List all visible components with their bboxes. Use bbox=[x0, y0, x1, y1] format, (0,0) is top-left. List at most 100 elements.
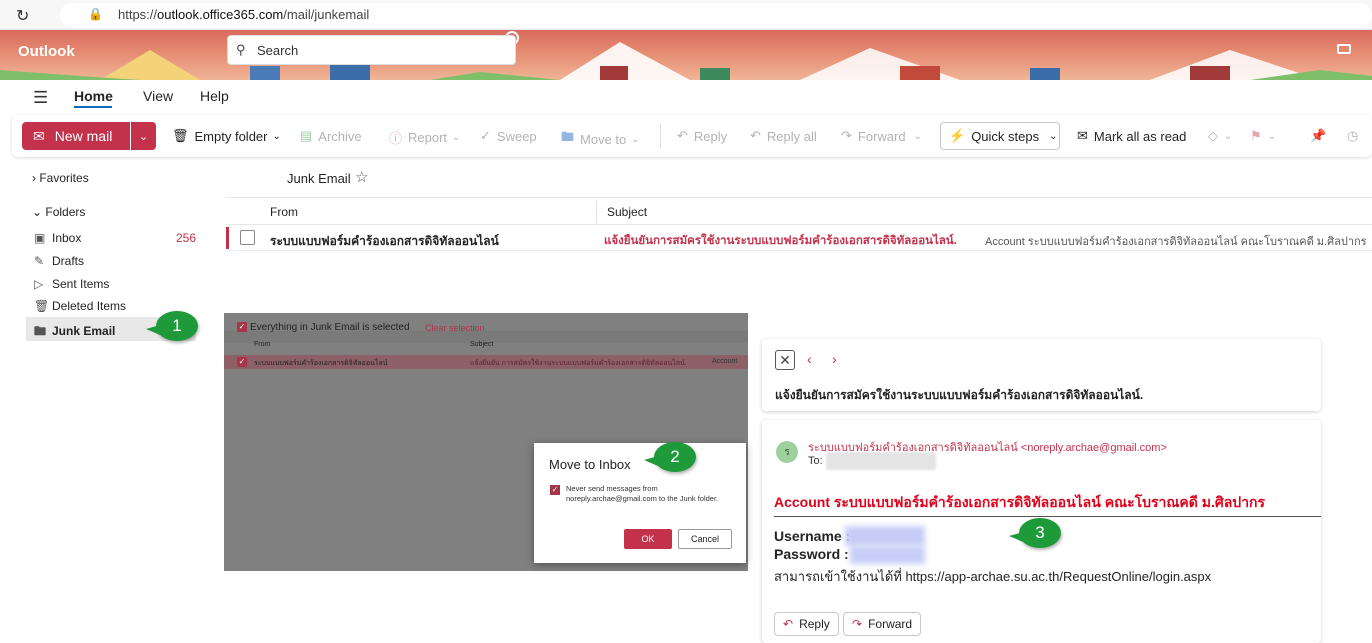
reply-icon: ↶ bbox=[677, 128, 688, 143]
move-to-label: Move to bbox=[580, 131, 627, 147]
chevron-right-icon[interactable]: › bbox=[832, 351, 837, 367]
unread-accent bbox=[226, 227, 229, 249]
quick-steps-button[interactable]: ⚡ Quick steps ⌄ bbox=[949, 128, 1058, 144]
sidebar-item-drafts[interactable]: ✎ Drafts bbox=[34, 254, 84, 268]
sidebar-item-sent[interactable]: ▷ Sent Items bbox=[34, 277, 109, 291]
flag-button[interactable]: ⚑ ⌄ bbox=[1250, 128, 1276, 144]
pin-button[interactable]: 📌 bbox=[1310, 128, 1332, 144]
sidebar-item-label: Sent Items bbox=[52, 277, 110, 291]
junk-folder-icon: 🖿 bbox=[34, 324, 47, 338]
mark-all-read-button[interactable]: ✉ Mark all as read bbox=[1077, 128, 1186, 144]
hamburger-menu-icon[interactable]: ☰ bbox=[33, 88, 48, 108]
forward-icon: ↷ bbox=[852, 617, 863, 631]
tab-home-underline bbox=[74, 106, 112, 108]
window-icon[interactable] bbox=[1337, 44, 1351, 54]
inset-row-checkbox[interactable]: ✓ bbox=[237, 357, 247, 367]
inset-clear-selection-link[interactable]: Clear selection bbox=[425, 323, 485, 333]
url-path: /mail/junkemail bbox=[283, 7, 370, 22]
report-button[interactable]: ⓘ Report ⌄ bbox=[389, 128, 460, 147]
snooze-button[interactable]: ◷ bbox=[1347, 128, 1364, 144]
row-preview: Account ระบบแบบฟอร์มคำร้องเอกสารดิจิทัลอ… bbox=[985, 236, 1367, 248]
chevron-down-icon: ⌄ bbox=[631, 133, 640, 145]
password-redacted bbox=[850, 546, 925, 564]
dialog-title: Move to Inbox bbox=[549, 457, 631, 472]
new-mail-dropdown-button[interactable]: ⌄ bbox=[131, 122, 156, 150]
chevron-down-icon: ⌄ bbox=[452, 132, 461, 143]
reply-button[interactable]: ↶ Reply bbox=[677, 128, 727, 144]
star-icon[interactable]: ☆ bbox=[355, 168, 368, 186]
reading-subject: แจ้งยืนยันการสมัครใช้งานระบบแบบฟอร์มคำร้… bbox=[775, 388, 1144, 402]
url-text[interactable]: https://outlook.office365.com/mail/junke… bbox=[118, 7, 369, 22]
outlook-header-banner bbox=[0, 30, 1372, 80]
tag-icon: ◇ bbox=[1208, 128, 1218, 143]
send-icon: ▷ bbox=[34, 277, 44, 291]
close-icon[interactable]: ✕ bbox=[775, 350, 795, 370]
row-checkbox[interactable] bbox=[240, 230, 255, 245]
recipient-redacted bbox=[826, 452, 936, 470]
cancel-button[interactable]: Cancel bbox=[678, 529, 732, 549]
favorites-section[interactable]: › Favorites bbox=[32, 171, 89, 185]
envelope-icon: ✉ bbox=[33, 127, 45, 144]
chevron-down-icon: ⌄ bbox=[1049, 130, 1058, 142]
archive-button[interactable]: ▤ Archive bbox=[300, 128, 362, 144]
empty-folder-label: Empty folder bbox=[194, 128, 268, 144]
empty-folder-button[interactable]: 🗑 Empty folder ⌄ bbox=[172, 128, 281, 144]
chevron-down-icon: ⌄ bbox=[138, 130, 149, 143]
folders-section[interactable]: ⌄ Folders bbox=[32, 205, 85, 219]
message-forward-button[interactable]: ↷ Forward bbox=[843, 612, 922, 636]
forward-icon: ↷ bbox=[841, 128, 852, 143]
avatar[interactable]: ร bbox=[776, 441, 798, 463]
move-to-button[interactable]: 🖿 Move to ⌄ bbox=[561, 128, 640, 150]
inset-select-all-checkbox[interactable]: ✓ bbox=[237, 322, 247, 332]
sidebar-item-junk[interactable]: 🖿 Junk Email bbox=[34, 322, 115, 343]
new-mail-button[interactable]: ✉ New mail bbox=[22, 122, 130, 150]
reload-icon[interactable]: ↻ bbox=[16, 6, 29, 26]
inbox-icon: ▣ bbox=[34, 231, 46, 245]
step-callout-2: 2 bbox=[644, 442, 696, 472]
pin-icon: 📌 bbox=[1310, 128, 1327, 143]
never-send-checkbox[interactable]: ✓ bbox=[550, 485, 560, 495]
sidebar-item-inbox[interactable]: ▣ Inbox bbox=[34, 231, 81, 245]
tab-help[interactable]: Help bbox=[200, 88, 229, 104]
forward-label: Forward bbox=[857, 128, 906, 144]
column-header-from[interactable]: From bbox=[270, 205, 298, 219]
app-title[interactable]: Outlook bbox=[18, 43, 75, 60]
chevron-down-icon: ⌄ bbox=[1224, 130, 1233, 142]
row-from: ระบบแบบฟอร์มคำร้องเอกสารดิจิทัลออนไลน์ bbox=[270, 234, 499, 248]
tab-home[interactable]: Home bbox=[74, 88, 113, 104]
row-subject: แจ้งยืนยันการสมัครใช้งานระบบแบบฟอร์มคำร้… bbox=[604, 235, 957, 247]
chevron-left-icon[interactable]: ‹ bbox=[807, 351, 812, 367]
never-send-label: Never send messages from noreply.archae@… bbox=[566, 484, 719, 503]
reply-label: Reply bbox=[799, 617, 830, 631]
envelope-open-icon: ✉ bbox=[1077, 128, 1088, 143]
search-icon[interactable]: ⚲ bbox=[236, 42, 246, 58]
inset-column-from: From bbox=[254, 341, 271, 348]
inbox-unread-count: 256 bbox=[176, 231, 197, 245]
chevron-down-icon: ⌄ bbox=[272, 130, 281, 142]
message-reply-button[interactable]: ↶ Reply bbox=[774, 612, 839, 636]
ok-button[interactable]: OK bbox=[624, 529, 672, 549]
username-label: Username : bbox=[774, 528, 851, 544]
lock-icon[interactable]: 🔒 bbox=[88, 7, 103, 21]
reply-label: Reply bbox=[693, 128, 728, 144]
tag-button[interactable]: ◇ ⌄ bbox=[1208, 128, 1232, 144]
sidebar-item-label: Junk Email bbox=[52, 324, 116, 338]
sweep-button[interactable]: ✓ Sweep bbox=[480, 128, 537, 144]
trash-icon: 🗑 bbox=[34, 299, 50, 313]
broom-icon: ✓ bbox=[480, 128, 491, 143]
forward-button[interactable]: ↷ Forward ⌄ bbox=[841, 128, 922, 144]
reply-all-button[interactable]: ↶ Reply all bbox=[750, 128, 817, 144]
clock-icon: ◷ bbox=[1347, 128, 1359, 143]
sidebar-item-label: Inbox bbox=[52, 231, 82, 245]
step-callout-1: 1 bbox=[146, 311, 198, 341]
step-callout-3: 3 bbox=[1009, 518, 1061, 548]
column-header-subject[interactable]: Subject bbox=[607, 205, 647, 219]
inset-row-preview: Account bbox=[712, 358, 738, 365]
quick-steps-label: Quick steps bbox=[971, 128, 1040, 144]
reply-icon: ↶ bbox=[783, 617, 794, 631]
sidebar-item-deleted[interactable]: 🗑 Deleted Items bbox=[34, 299, 126, 313]
body-divider bbox=[774, 516, 1321, 517]
access-link-text[interactable]: สามารถเข้าใช้งานได้ที่ https://app-archa… bbox=[774, 566, 1211, 587]
password-label: Password : bbox=[774, 546, 849, 562]
tab-view[interactable]: View bbox=[143, 88, 173, 104]
